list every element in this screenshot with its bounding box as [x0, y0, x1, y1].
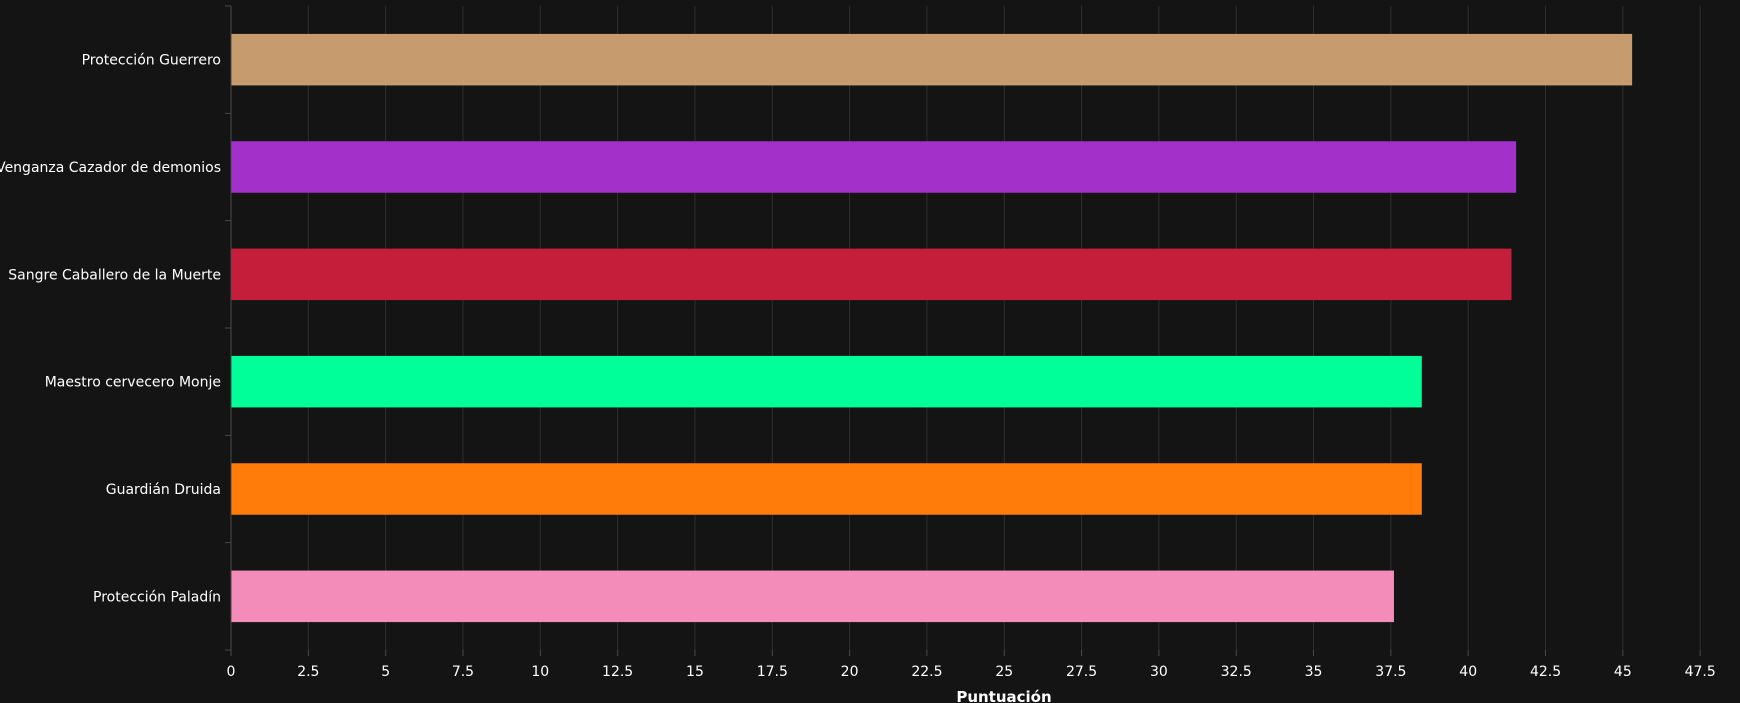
x-tick-label: 20 — [841, 664, 859, 680]
y-category-label: Protección Guerrero — [82, 53, 221, 69]
x-tick-label: 2.5 — [297, 664, 319, 680]
bar[interactable] — [231, 248, 1512, 301]
x-tick-label: 12.5 — [602, 664, 633, 680]
y-category-label: Guardián Druida — [106, 482, 221, 498]
x-tick-label: 15 — [686, 664, 704, 680]
x-tick-label: 5 — [381, 664, 390, 680]
bar[interactable] — [231, 141, 1517, 193]
grid-lines — [307, 6, 1701, 650]
x-tick-label: 0 — [227, 664, 236, 680]
bar[interactable] — [231, 570, 1394, 623]
y-category-label: Maestro cervecero Monje — [45, 375, 221, 391]
x-tick-label: 30 — [1150, 664, 1168, 680]
axes — [225, 5, 1701, 656]
x-tick-label: 25 — [995, 664, 1013, 680]
x-tick-label: 37.5 — [1375, 664, 1406, 680]
bar-chart: 0 2.5 5 7.5 10 12.5 15 17.5 20 22.5 25 27.5 30 32.5 35… — [0, 5, 1716, 703]
x-tick-label: 22.5 — [911, 664, 942, 680]
bars — [231, 33, 1633, 623]
x-tick-label: 27.5 — [1066, 664, 1097, 680]
x-tick-label: 45 — [1614, 664, 1632, 680]
y-category-label: Venganza Cazador de demonios — [0, 160, 221, 176]
x-tick-label: 47.5 — [1685, 664, 1716, 680]
x-axis-title: Puntuación — [956, 688, 1051, 703]
x-tick-label: 17.5 — [757, 664, 788, 680]
x-tick-label: 10 — [531, 664, 549, 680]
chart-container: 0 2.5 5 7.5 10 12.5 15 17.5 20 22.5 25 27.5 30 32.5 35… — [0, 0, 1740, 703]
x-tick-label: 35 — [1305, 664, 1323, 680]
x-tick-label: 7.5 — [452, 664, 474, 680]
x-tick-label: 42.5 — [1530, 664, 1561, 680]
bar[interactable] — [231, 355, 1422, 408]
bar[interactable] — [231, 463, 1422, 515]
x-tick-label: 32.5 — [1221, 664, 1252, 680]
y-category-label: Sangre Caballero de la Muerte — [8, 267, 221, 283]
bar[interactable] — [231, 33, 1633, 86]
x-tick-label: 40 — [1459, 664, 1477, 680]
y-category-label: Protección Paladín — [93, 589, 221, 605]
